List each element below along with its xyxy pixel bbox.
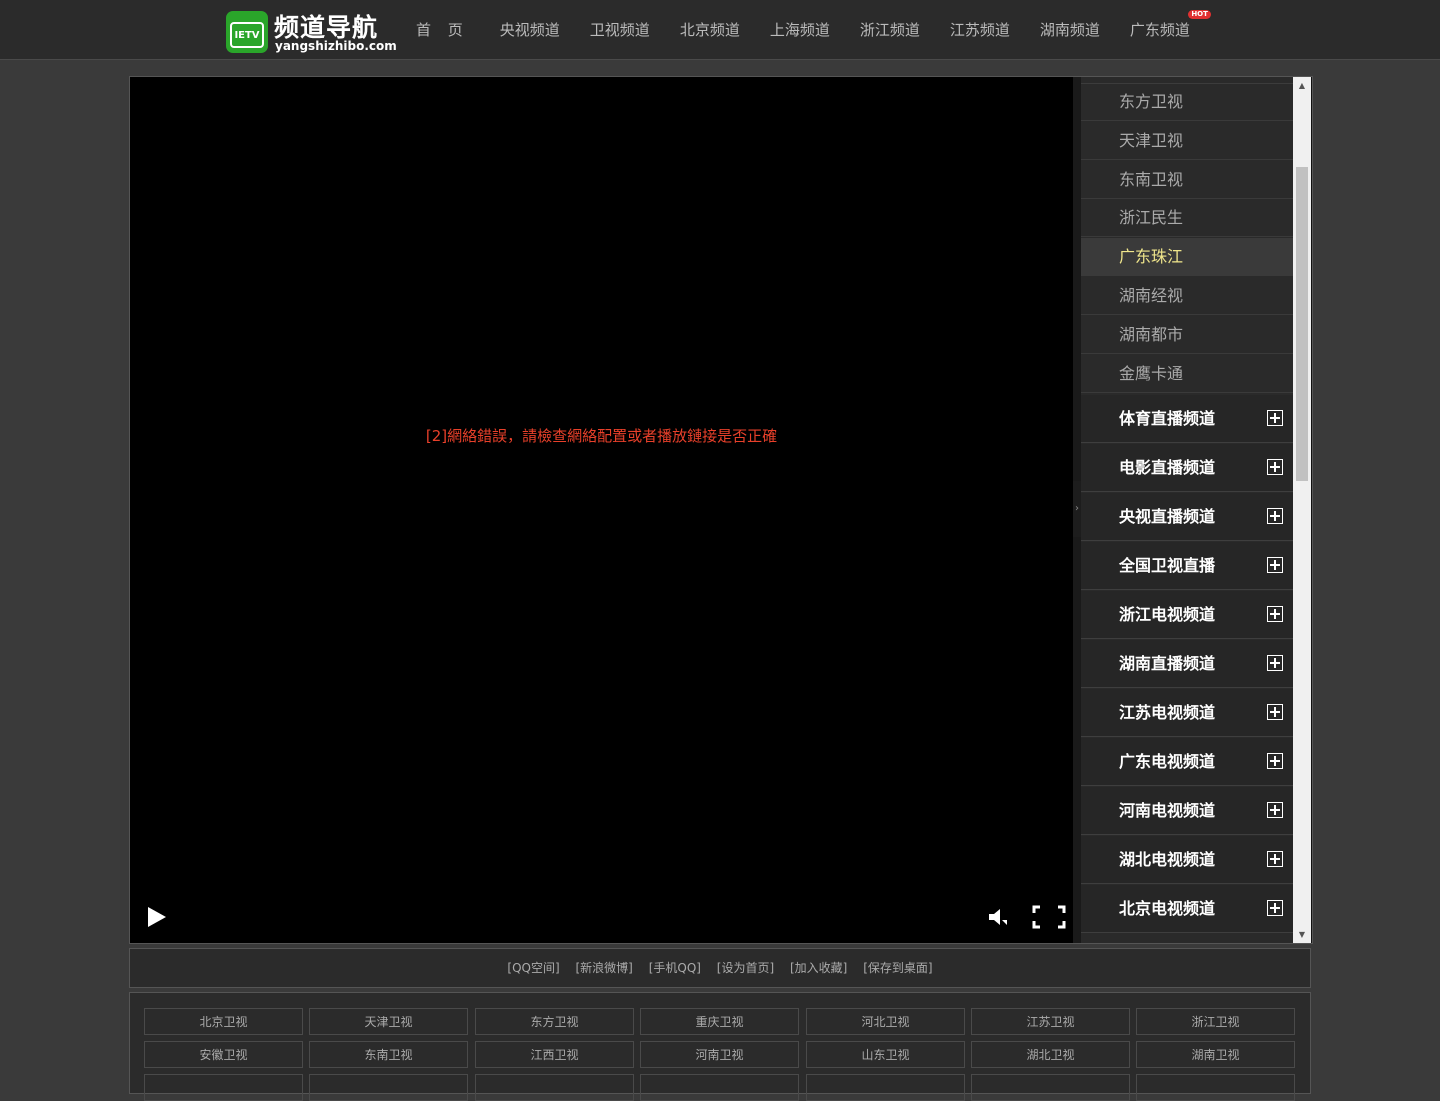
sidebar-scrollbar[interactable]: ▲ ▼ <box>1293 77 1311 943</box>
site-logo[interactable]: IETV 频道导航 yangshizhibo.com <box>226 10 397 56</box>
nav-home[interactable]: 首 页 <box>400 0 485 59</box>
grid-channel-link[interactable]: 天津卫视 <box>309 1008 468 1035</box>
grid-channel-link-partial[interactable] <box>971 1074 1130 1101</box>
expand-plus-icon[interactable] <box>1267 606 1283 622</box>
expand-plus-icon[interactable] <box>1267 900 1283 916</box>
channel-grid: 北京卫视 天津卫视 东方卫视 重庆卫视 河北卫视 江苏卫视 浙江卫视 安徽卫视 … <box>129 992 1311 1101</box>
video-player[interactable]: [2]網絡錯誤，請檢查網絡配置或者播放鏈接是否正確 <box>130 77 1073 943</box>
nav-satellite[interactable]: 卫视频道 <box>575 0 665 59</box>
expand-plus-icon[interactable] <box>1267 459 1283 475</box>
grid-channel-link[interactable]: 东方卫视 <box>475 1008 634 1035</box>
channel-item[interactable]: 金鹰卡通 <box>1081 355 1293 393</box>
main-nav: 首 页 央视频道 卫视频道 北京频道 上海频道 浙江频道 江苏频道 湖南频道 广… <box>400 0 1211 59</box>
nav-guangdong-label: 广东频道 <box>1129 21 1190 39</box>
grid-channel-link-partial[interactable] <box>309 1074 468 1101</box>
channel-item[interactable]: 东南卫视 <box>1081 161 1293 199</box>
channel-item[interactable]: 湖南都市 <box>1081 316 1293 354</box>
expand-plus-icon[interactable] <box>1267 508 1283 524</box>
channel-group-cctv[interactable]: 央视直播频道 <box>1081 493 1293 541</box>
grid-channel-link[interactable]: 湖南卫视 <box>1136 1041 1295 1068</box>
nav-shanghai[interactable]: 上海频道 <box>755 0 845 59</box>
nav-cctv[interactable]: 央视频道 <box>485 0 575 59</box>
group-label: 浙江电视频道 <box>1119 605 1216 624</box>
channel-group-henan[interactable]: 河南电视频道 <box>1081 787 1293 835</box>
nav-jiangsu[interactable]: 江苏频道 <box>935 0 1025 59</box>
group-label: 湖北电视频道 <box>1119 850 1216 869</box>
grid-channel-link[interactable]: 湖北卫视 <box>971 1041 1130 1068</box>
expand-plus-icon[interactable] <box>1267 704 1283 720</box>
channel-group-movies[interactable]: 电影直播频道 <box>1081 444 1293 492</box>
top-navigation-bar: IETV 频道导航 yangshizhibo.com 首 页 央视频道 卫视频道… <box>0 0 1440 60</box>
channel-item[interactable]: 浙江民生 <box>1081 199 1293 237</box>
grid-channel-link[interactable]: 重庆卫视 <box>640 1008 799 1035</box>
expand-plus-icon[interactable] <box>1267 802 1283 818</box>
expand-plus-icon[interactable] <box>1267 851 1283 867</box>
nav-hunan[interactable]: 湖南频道 <box>1025 0 1115 59</box>
channel-item-active[interactable]: 广东珠江 <box>1081 238 1293 276</box>
hot-badge: HOT <box>1188 10 1211 19</box>
group-label: 北京电视频道 <box>1119 899 1216 918</box>
group-label: 电影直播频道 <box>1119 458 1216 477</box>
expand-plus-icon[interactable] <box>1267 655 1283 671</box>
group-label: 体育直播频道 <box>1119 409 1216 428</box>
scroll-up-arrow-icon[interactable]: ▲ <box>1293 77 1311 94</box>
group-label: 湖南直播频道 <box>1119 654 1216 673</box>
sidebar-collapse-handle[interactable]: › <box>1073 481 1081 537</box>
grid-channel-link-partial[interactable] <box>640 1074 799 1101</box>
expand-plus-icon[interactable] <box>1267 753 1283 769</box>
logo-subtitle: yangshizhibo.com <box>275 39 397 53</box>
grid-channel-link[interactable]: 江西卫视 <box>475 1041 634 1068</box>
channel-sidebar: 东方卫视 天津卫视 东南卫视 浙江民生 广东珠江 湖南经视 湖南都市 金鹰卡通 … <box>1081 77 1293 943</box>
scroll-thumb[interactable] <box>1296 167 1308 481</box>
add-favorite[interactable]: [加入收藏] <box>790 961 847 975</box>
share-mobile-qq[interactable]: [手机QQ] <box>649 961 701 975</box>
nav-zhejiang[interactable]: 浙江频道 <box>845 0 935 59</box>
logo-badge-text: IETV <box>230 22 264 48</box>
grid-channel-link[interactable]: 北京卫视 <box>144 1008 303 1035</box>
share-weibo[interactable]: [新浪微博] <box>576 961 633 975</box>
channel-group-jiangsu[interactable]: 江苏电视频道 <box>1081 689 1293 737</box>
group-label: 全国卫视直播 <box>1119 556 1216 575</box>
player-container: [2]網絡錯誤，請檢查網絡配置或者播放鏈接是否正確 › 东方卫视 天津卫视 东南… <box>129 76 1313 944</box>
play-icon[interactable] <box>144 905 168 929</box>
expand-plus-icon[interactable] <box>1267 557 1283 573</box>
set-homepage[interactable]: [设为首页] <box>717 961 774 975</box>
grid-channel-link[interactable]: 江苏卫视 <box>971 1008 1130 1035</box>
channel-item[interactable]: 天津卫视 <box>1081 122 1293 160</box>
expand-plus-icon[interactable] <box>1267 410 1283 426</box>
channel-group-guangdong[interactable]: 广东电视频道 <box>1081 738 1293 786</box>
grid-channel-link[interactable]: 东南卫视 <box>309 1041 468 1068</box>
channel-item[interactable]: 湖南经视 <box>1081 277 1293 315</box>
grid-channel-link[interactable]: 浙江卫视 <box>1136 1008 1295 1035</box>
grid-channel-link-partial[interactable] <box>806 1074 965 1101</box>
scroll-down-arrow-icon[interactable]: ▼ <box>1293 926 1311 943</box>
channel-group-beijing[interactable]: 北京电视频道 <box>1081 885 1293 933</box>
grid-channel-link-partial[interactable] <box>1136 1074 1295 1101</box>
group-label: 河南电视频道 <box>1119 801 1216 820</box>
group-label: 广东电视频道 <box>1119 752 1216 771</box>
grid-channel-link-partial[interactable] <box>144 1074 303 1101</box>
channel-group-hunan[interactable]: 湖南直播频道 <box>1081 640 1293 688</box>
grid-channel-link[interactable]: 河北卫视 <box>806 1008 965 1035</box>
tv-logo-icon: IETV <box>226 11 268 53</box>
share-bar: [QQ空间] [新浪微博] [手机QQ] [设为首页] [加入收藏] [保存到桌… <box>129 948 1311 988</box>
fullscreen-icon[interactable] <box>1032 905 1066 929</box>
channel-group-sports[interactable]: 体育直播频道 <box>1081 395 1293 443</box>
nav-beijing[interactable]: 北京频道 <box>665 0 755 59</box>
nav-guangdong[interactable]: 广东频道 HOT <box>1115 0 1211 59</box>
channel-group-satellite[interactable]: 全国卫视直播 <box>1081 542 1293 590</box>
volume-icon[interactable] <box>987 906 1009 928</box>
channel-group-zhejiang[interactable]: 浙江电视频道 <box>1081 591 1293 639</box>
grid-channel-link[interactable]: 山东卫视 <box>806 1041 965 1068</box>
group-label: 江苏电视频道 <box>1119 703 1216 722</box>
grid-channel-link[interactable]: 安徽卫视 <box>144 1041 303 1068</box>
channel-item[interactable]: 东方卫视 <box>1081 83 1293 121</box>
save-to-desktop[interactable]: [保存到桌面] <box>863 961 932 975</box>
channel-group-hubei[interactable]: 湖北电视频道 <box>1081 836 1293 884</box>
player-error-message: [2]網絡錯誤，請檢查網絡配置或者播放鏈接是否正確 <box>425 427 778 445</box>
grid-channel-link[interactable]: 河南卫视 <box>640 1041 799 1068</box>
grid-channel-link-partial[interactable] <box>475 1074 634 1101</box>
group-label: 央视直播频道 <box>1119 507 1216 526</box>
share-qzone[interactable]: [QQ空间] <box>507 961 559 975</box>
